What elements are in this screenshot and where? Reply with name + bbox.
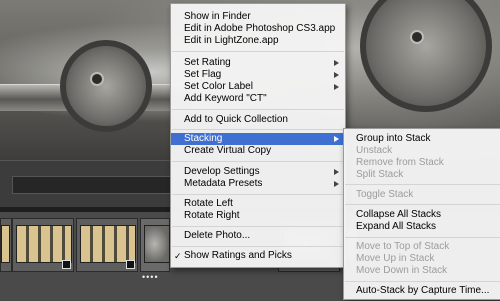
submenu-item-group-into-stack[interactable]: Group into Stack bbox=[344, 133, 500, 145]
submenu-item-label: Move Up in Stack bbox=[356, 253, 435, 264]
menu-item-metadata-presets[interactable]: Metadata Presets bbox=[171, 178, 345, 190]
submenu-item-label: Remove from Stack bbox=[356, 157, 444, 168]
submenu-arrow-icon bbox=[334, 181, 339, 187]
thumbnail-image bbox=[144, 225, 170, 263]
stacking-submenu: Group into Stack Unstack Remove from Sta… bbox=[343, 128, 500, 300]
photo-wheel-right bbox=[360, 0, 492, 112]
submenu-item-label: Toggle Stack bbox=[356, 189, 414, 200]
menu-separator bbox=[172, 226, 344, 227]
photo-bolt bbox=[90, 72, 104, 86]
menu-item-label: Rotate Left bbox=[184, 198, 233, 209]
menu-item-develop-settings[interactable]: Develop Settings bbox=[171, 166, 345, 178]
rating-dots: •••• bbox=[142, 272, 159, 282]
menu-item-label: Metadata Presets bbox=[184, 178, 263, 189]
menu-item-rotate-left[interactable]: Rotate Left bbox=[171, 198, 345, 210]
submenu-item-split-stack: Split Stack bbox=[344, 169, 500, 181]
submenu-item-collapse-all-stacks[interactable]: Collapse All Stacks bbox=[344, 209, 500, 221]
menu-item-rotate-right[interactable]: Rotate Right bbox=[171, 210, 345, 222]
menu-item-label: Show in Finder bbox=[184, 11, 251, 22]
menu-item-label: Create Virtual Copy bbox=[184, 145, 272, 156]
menu-separator bbox=[345, 237, 500, 238]
submenu-item-label: Move to Top of Stack bbox=[356, 241, 450, 252]
stack-badge-icon bbox=[62, 260, 71, 269]
menu-separator bbox=[172, 109, 344, 110]
submenu-arrow-icon bbox=[334, 169, 339, 175]
submenu-item-label: Collapse All Stacks bbox=[356, 209, 442, 220]
menu-item-label: Rotate Right bbox=[184, 210, 240, 221]
menu-separator bbox=[345, 184, 500, 185]
submenu-arrow-icon bbox=[334, 84, 339, 90]
menu-item-set-rating[interactable]: Set Rating bbox=[171, 57, 345, 69]
menu-item-label: Set Flag bbox=[184, 69, 222, 80]
filmstrip-thumbnail[interactable] bbox=[12, 218, 74, 272]
menu-item-edit-in-lightzone[interactable]: Edit in LightZone.app bbox=[171, 35, 345, 47]
menu-item-label: Set Rating bbox=[184, 57, 231, 68]
submenu-arrow-icon bbox=[334, 136, 339, 142]
submenu-item-label: Split Stack bbox=[356, 169, 404, 180]
menu-item-add-to-quick-collection[interactable]: Add to Quick Collection bbox=[171, 114, 345, 126]
filmstrip-thumbnail[interactable] bbox=[76, 218, 138, 272]
menu-separator bbox=[345, 281, 500, 282]
menu-item-label: Add to Quick Collection bbox=[184, 114, 288, 125]
submenu-item-move-up-in-stack: Move Up in Stack bbox=[344, 253, 500, 265]
lightroom-window: •••• Show in Finder Edit in Adobe Photos… bbox=[0, 0, 500, 301]
submenu-item-label: Expand All Stacks bbox=[356, 221, 437, 232]
submenu-item-auto-stack-by-capture-time[interactable]: Auto-Stack by Capture Time... bbox=[344, 285, 500, 297]
menu-item-show-in-finder[interactable]: Show in Finder bbox=[171, 11, 345, 23]
submenu-arrow-icon bbox=[334, 60, 339, 66]
menu-item-create-virtual-copy[interactable]: Create Virtual Copy bbox=[171, 145, 345, 157]
menu-separator bbox=[172, 194, 344, 195]
submenu-item-move-down-in-stack: Move Down in Stack bbox=[344, 265, 500, 277]
submenu-item-unstack: Unstack bbox=[344, 145, 500, 157]
checkmark-icon: ✓ bbox=[174, 251, 182, 261]
menu-item-add-keyword[interactable]: Add Keyword "CT" bbox=[171, 93, 345, 105]
filmstrip-scrubber[interactable] bbox=[12, 176, 174, 194]
thumbnail-image bbox=[1, 225, 10, 263]
filmstrip-thumbnail[interactable] bbox=[0, 218, 12, 272]
thumbnail-image bbox=[16, 225, 72, 263]
menu-separator bbox=[172, 246, 344, 247]
submenu-item-move-to-top-of-stack: Move to Top of Stack bbox=[344, 241, 500, 253]
submenu-item-toggle-stack: Toggle Stack bbox=[344, 189, 500, 201]
menu-separator bbox=[172, 161, 344, 162]
menu-item-label: Develop Settings bbox=[184, 166, 260, 177]
photo-bolt bbox=[410, 30, 424, 44]
context-menu: Show in Finder Edit in Adobe Photoshop C… bbox=[170, 3, 346, 268]
menu-item-edit-in-photoshop[interactable]: Edit in Adobe Photoshop CS3.app bbox=[171, 23, 345, 35]
menu-item-stacking[interactable]: Stacking bbox=[171, 133, 345, 145]
submenu-item-label: Unstack bbox=[356, 145, 393, 156]
thumbnail-image bbox=[80, 225, 136, 263]
menu-item-label: Edit in LightZone.app bbox=[184, 35, 279, 46]
menu-item-show-ratings-and-picks[interactable]: ✓ Show Ratings and Picks bbox=[171, 250, 345, 262]
menu-separator bbox=[172, 51, 344, 52]
submenu-item-expand-all-stacks[interactable]: Expand All Stacks bbox=[344, 221, 500, 233]
submenu-item-label: Auto-Stack by Capture Time... bbox=[356, 285, 490, 296]
menu-item-label: Add Keyword "CT" bbox=[184, 93, 267, 104]
submenu-item-label: Move Down in Stack bbox=[356, 265, 448, 276]
filmstrip-thumbnail-selected[interactable] bbox=[140, 218, 170, 272]
stack-badge-icon bbox=[126, 260, 135, 269]
menu-item-label: Show Ratings and Picks bbox=[184, 250, 292, 261]
submenu-arrow-icon bbox=[334, 72, 339, 78]
submenu-item-label: Group into Stack bbox=[356, 133, 431, 144]
menu-separator bbox=[345, 204, 500, 205]
menu-item-label: Delete Photo... bbox=[184, 230, 251, 241]
menu-item-label: Stacking bbox=[184, 133, 223, 144]
menu-item-label: Edit in Adobe Photoshop CS3.app bbox=[184, 23, 336, 34]
menu-item-label: Set Color Label bbox=[184, 81, 253, 92]
menu-item-set-flag[interactable]: Set Flag bbox=[171, 69, 345, 81]
photo-wheel-left bbox=[60, 40, 152, 132]
menu-item-delete-photo[interactable]: Delete Photo... bbox=[171, 230, 345, 242]
menu-item-set-color-label[interactable]: Set Color Label bbox=[171, 81, 345, 93]
submenu-item-remove-from-stack: Remove from Stack bbox=[344, 157, 500, 169]
menu-separator bbox=[172, 129, 344, 130]
